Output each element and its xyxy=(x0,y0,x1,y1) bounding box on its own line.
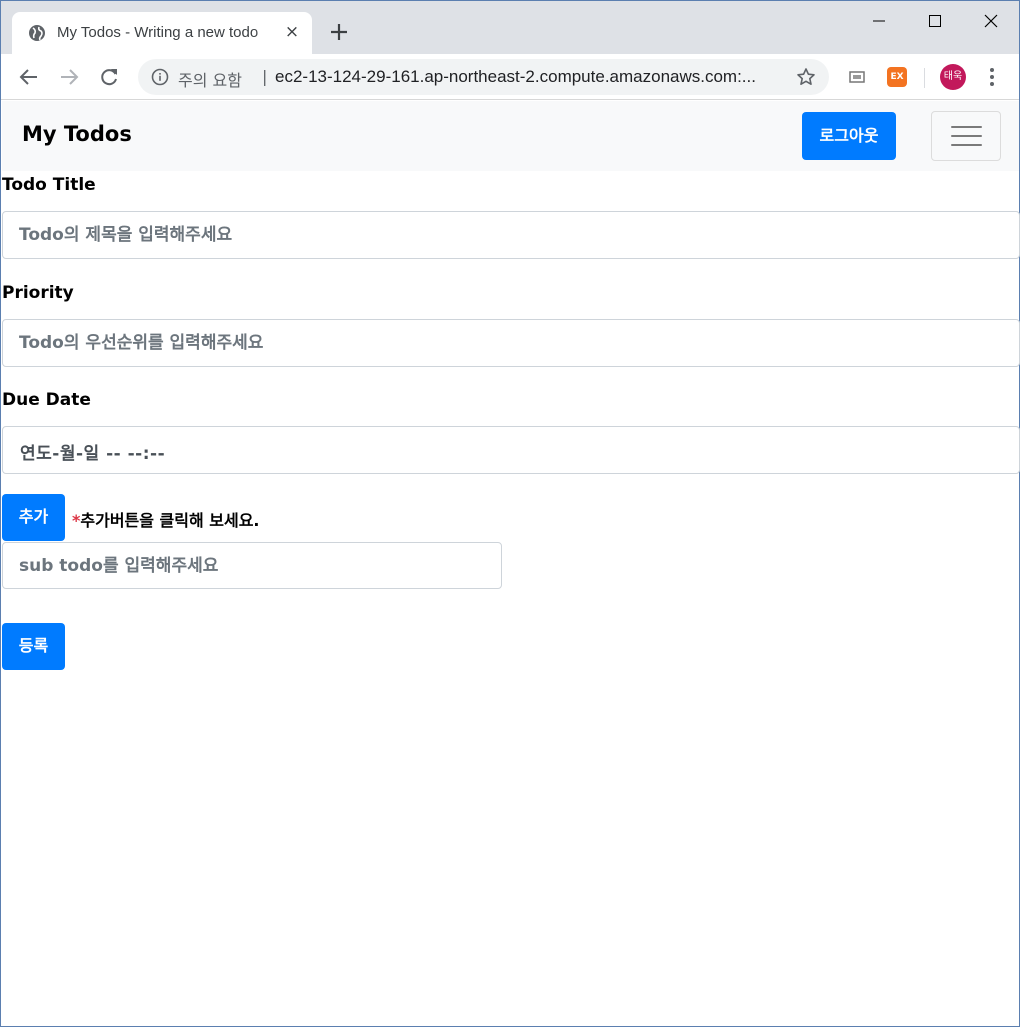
profile-avatar[interactable]: 태욱 xyxy=(940,64,966,90)
globe-icon xyxy=(29,25,45,41)
tab-title: My Todos - Writing a new todo xyxy=(57,24,275,41)
tab-strip: My Todos - Writing a new todo × xyxy=(1,1,1019,54)
due-date-placeholder: 연도-월-일 -- --:-- xyxy=(20,444,166,464)
due-date-input[interactable]: 연도-월-일 -- --:-- xyxy=(2,426,1020,474)
logout-button[interactable]: 로그아웃 xyxy=(802,112,896,160)
bookmark-star-icon[interactable] xyxy=(796,67,816,87)
due-date-label: Due Date xyxy=(2,390,91,410)
toolbar-divider xyxy=(924,68,925,88)
maximize-icon[interactable] xyxy=(920,7,950,35)
kebab-menu-icon[interactable] xyxy=(985,66,999,88)
subtodo-input[interactable] xyxy=(2,542,502,589)
brand-title[interactable]: My Todos xyxy=(22,122,132,146)
add-hint: *추가버튼을 클릭해 보세요. xyxy=(72,507,260,531)
hint-text: 추가버튼을 클릭해 보세요. xyxy=(80,511,260,530)
window-close-icon[interactable] xyxy=(976,7,1006,35)
minimize-icon[interactable] xyxy=(864,7,894,35)
tab-close-icon[interactable]: × xyxy=(283,23,301,41)
ex-extension-icon[interactable]: EX xyxy=(887,67,907,87)
extension-icon[interactable] xyxy=(848,68,866,86)
forward-arrow-icon[interactable] xyxy=(58,66,80,88)
tab-active[interactable]: My Todos - Writing a new todo × xyxy=(12,12,312,54)
address-bar[interactable]: 주의 요함 | ec2-13-124-29-161.ap-northeast-2… xyxy=(138,59,829,95)
back-arrow-icon[interactable] xyxy=(18,66,40,88)
url-text[interactable]: ec2-13-124-29-161.ap-northeast-2.compute… xyxy=(275,67,777,87)
browser-toolbar: 주의 요함 | ec2-13-124-29-161.ap-northeast-2… xyxy=(1,54,1019,100)
reload-icon[interactable] xyxy=(98,66,120,88)
todo-title-input[interactable] xyxy=(2,211,1020,259)
new-tab-icon[interactable] xyxy=(328,21,350,43)
priority-input[interactable] xyxy=(2,319,1020,367)
todo-title-label: Todo Title xyxy=(2,175,96,195)
register-button[interactable]: 등록 xyxy=(2,623,65,670)
add-subtodo-button[interactable]: 추가 xyxy=(2,494,65,541)
browser-window: My Todos - Writing a new todo × 주의 요함 | … xyxy=(0,0,1020,1027)
url-separator: | xyxy=(262,67,268,86)
priority-label: Priority xyxy=(2,283,74,303)
app-navbar: My Todos 로그아웃 xyxy=(2,101,1019,171)
security-label: 주의 요함 xyxy=(178,71,242,90)
info-icon[interactable] xyxy=(151,68,169,86)
hamburger-menu-icon[interactable] xyxy=(931,111,1001,161)
